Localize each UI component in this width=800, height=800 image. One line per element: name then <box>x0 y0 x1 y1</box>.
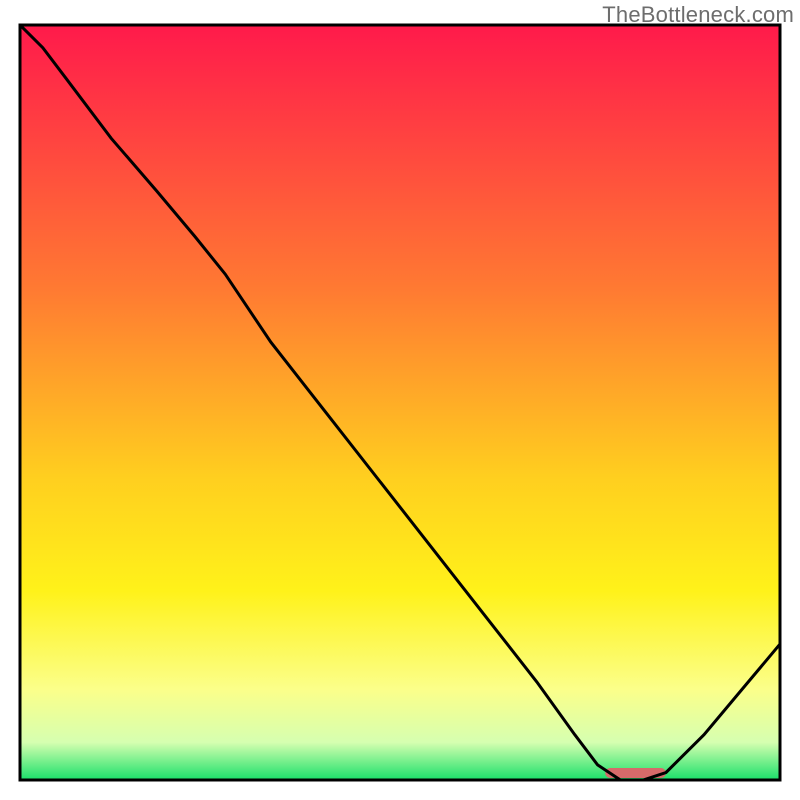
bottleneck-chart <box>0 0 800 800</box>
watermark-label: TheBottleneck.com <box>602 2 794 28</box>
gradient-background <box>20 25 780 780</box>
